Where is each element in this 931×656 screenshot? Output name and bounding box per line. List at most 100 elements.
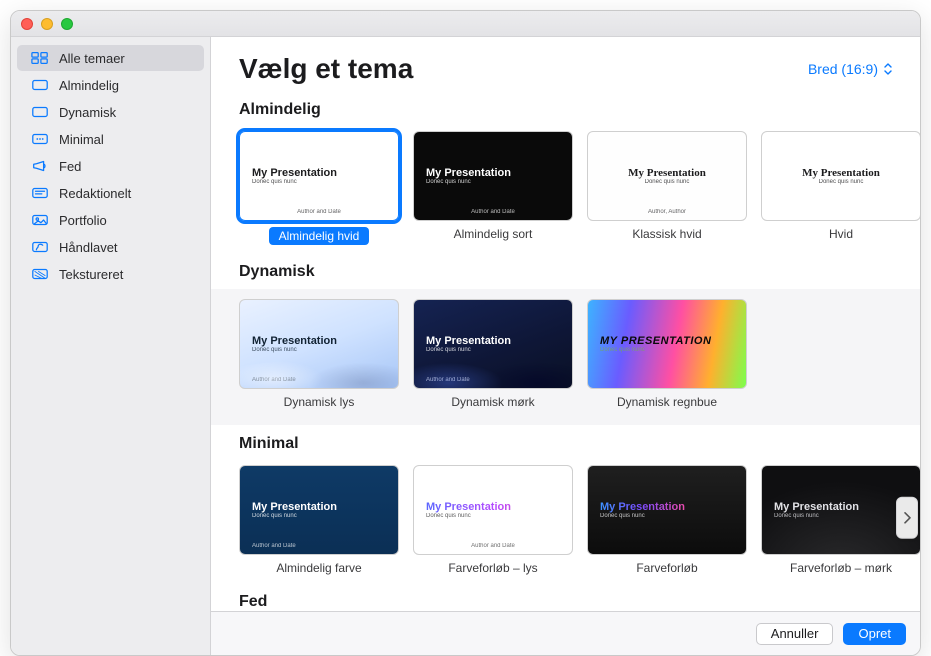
- theme-name-label: Klassisk hvid: [632, 227, 701, 241]
- theme-name-label: Dynamisk lys: [284, 395, 355, 409]
- theme-name-label: Almindelig sort: [454, 227, 533, 241]
- thumb-title: My Presentation: [240, 167, 398, 179]
- grid-icon: [31, 51, 49, 65]
- window-titlebar: [11, 11, 920, 37]
- thumb-footer: Author and Date: [240, 209, 398, 215]
- thumb-title: My Presentation: [762, 167, 920, 179]
- thumb-title: My Presentation: [414, 167, 572, 179]
- sidebar-item-alle-temaer[interactable]: Alle temaer: [17, 45, 204, 71]
- thumb-title: My Presentation: [414, 335, 572, 347]
- theme-klassisk-hvid[interactable]: My PresentationDonec quis nunc Author, Au…: [587, 131, 747, 245]
- thumb-subtitle: Donec quis nunc: [588, 347, 746, 353]
- theme-thumbnail[interactable]: My PresentationDonec quis nuncAuthor and…: [413, 131, 573, 221]
- theme-farveforløb-lys[interactable]: My PresentationDonec quis nuncAuthor and…: [413, 465, 573, 575]
- theme-dynamisk-mørk[interactable]: My PresentationDonec quis nunc Author and…: [413, 299, 573, 409]
- theme-dynamisk-regnbue[interactable]: MY PRESENTATIONDonec quis nunc Dynamisk r…: [587, 299, 747, 409]
- sidebar-item-portfolio[interactable]: Portfolio: [17, 207, 204, 233]
- theme-row: My PresentationDonec quis nuncAuthor and…: [211, 461, 920, 583]
- theme-row: My PresentationDonec quis nuncAuthor and…: [211, 289, 920, 425]
- sidebar-item-almindelig[interactable]: Almindelig: [17, 72, 204, 98]
- sidebar-item-label: Portfolio: [59, 213, 107, 228]
- thumb-subtitle: Donec quis nunc: [588, 513, 746, 519]
- theme-thumbnail[interactable]: My PresentationDonec quis nuncAuthor and…: [413, 465, 573, 555]
- megaphone-icon: [31, 159, 49, 173]
- window-zoom-button[interactable]: [61, 18, 73, 30]
- sidebar-item-label: Tekstureret: [59, 267, 123, 282]
- window-minimize-button[interactable]: [41, 18, 53, 30]
- sidebar-item-label: Alle temaer: [59, 51, 125, 66]
- theme-thumbnail[interactable]: MY PRESENTATIONDonec quis nunc: [587, 299, 747, 389]
- sidebar-item-label: Håndlavet: [59, 240, 118, 255]
- theme-thumbnail[interactable]: My PresentationDonec quis nunc: [761, 131, 920, 221]
- sidebar-item-tekstureret[interactable]: Tekstureret: [17, 261, 204, 287]
- sidebar-item-label: Redaktionelt: [59, 186, 131, 201]
- theme-name-label: Dynamisk regnbue: [617, 395, 717, 409]
- rect-icon: [31, 78, 49, 92]
- sidebar-item-håndlavet[interactable]: Håndlavet: [17, 234, 204, 260]
- theme-hvid[interactable]: My PresentationDonec quis nunc Hvid: [761, 131, 920, 245]
- image-icon: [31, 213, 49, 227]
- section-heading: Almindelig: [211, 91, 920, 127]
- aspect-ratio-label: Bred (16:9): [808, 61, 878, 77]
- create-button[interactable]: Opret: [843, 623, 906, 645]
- sidebar-item-minimal[interactable]: Minimal: [17, 126, 204, 152]
- thumb-footer: Author and Date: [414, 543, 572, 549]
- thumb-title: My Presentation: [588, 167, 746, 179]
- theme-name-label: Almindelig hvid: [269, 227, 370, 245]
- theme-farveforløb[interactable]: My PresentationDonec quis nunc Farveforlø…: [587, 465, 747, 575]
- thumb-title: MY PRESENTATION: [588, 335, 746, 347]
- chevron-up-down-icon: [884, 63, 892, 75]
- theme-row: My PresentationDonec quis nuncAuthor and…: [211, 127, 920, 253]
- thumb-title: My Presentation: [240, 335, 398, 347]
- theme-thumbnail[interactable]: My PresentationDonec quis nunc Author and…: [413, 299, 573, 389]
- theme-name-label: Hvid: [829, 227, 853, 241]
- theme-thumbnail[interactable]: My PresentationDonec quis nunc Author and…: [239, 131, 399, 221]
- theme-thumbnail[interactable]: My PresentationDonec quis nunc: [587, 465, 747, 555]
- thumb-title: My Presentation: [414, 501, 572, 513]
- dots-icon: [31, 132, 49, 146]
- sidebar-item-label: Minimal: [59, 132, 104, 147]
- thumb-subtitle: Donec quis nunc: [414, 347, 572, 353]
- theme-almindelig-hvid[interactable]: My PresentationDonec quis nunc Author and…: [239, 131, 399, 245]
- sidebar-item-fed[interactable]: Fed: [17, 153, 204, 179]
- page-title: Vælg et tema: [239, 53, 413, 85]
- theme-name-label: Farveforløb – mørk: [790, 561, 892, 575]
- text-icon: [31, 186, 49, 200]
- texture-icon: [31, 267, 49, 281]
- section-heading: Fed: [211, 583, 920, 611]
- theme-almindelig-farve[interactable]: My PresentationDonec quis nuncAuthor and…: [239, 465, 399, 575]
- thumb-footer: Author and Date: [414, 377, 572, 383]
- thumb-subtitle: Donec quis nunc: [588, 179, 746, 185]
- thumb-title: My Presentation: [240, 501, 398, 513]
- thumb-footer: Author and Date: [240, 543, 398, 549]
- window-close-button[interactable]: [21, 18, 33, 30]
- rect-icon: [31, 105, 49, 119]
- section-heading: Dynamisk: [211, 253, 920, 289]
- theme-thumbnail[interactable]: My PresentationDonec quis nunc Author, Au…: [587, 131, 747, 221]
- theme-name-label: Dynamisk mørk: [451, 395, 534, 409]
- theme-dynamisk-lys[interactable]: My PresentationDonec quis nunc Author and…: [239, 299, 399, 409]
- theme-name-label: Almindelig farve: [276, 561, 361, 575]
- brush-icon: [31, 240, 49, 254]
- dialog-footer: Annuller Opret: [211, 611, 920, 655]
- theme-thumbnail[interactable]: My PresentationDonec quis nunc Author and…: [239, 299, 399, 389]
- theme-name-label: Farveforløb – lys: [448, 561, 537, 575]
- theme-name-label: Farveforløb: [636, 561, 697, 575]
- sidebar-item-redaktionelt[interactable]: Redaktionelt: [17, 180, 204, 206]
- theme-thumbnail[interactable]: My PresentationDonec quis nuncAuthor and…: [239, 465, 399, 555]
- thumb-footer: Author, Author: [588, 209, 746, 215]
- sidebar-item-dynamisk[interactable]: Dynamisk: [17, 99, 204, 125]
- themes-scroll-area[interactable]: AlmindeligMy PresentationDonec quis nunc…: [211, 91, 920, 611]
- row-next-button[interactable]: [896, 497, 918, 539]
- section-heading: Minimal: [211, 425, 920, 461]
- thumb-subtitle: Donec quis nunc: [240, 179, 398, 185]
- aspect-ratio-button[interactable]: Bred (16:9): [808, 61, 892, 77]
- theme-almindelig-sort[interactable]: My PresentationDonec quis nuncAuthor and…: [413, 131, 573, 245]
- thumb-subtitle: Donec quis nunc: [240, 347, 398, 353]
- sidebar-item-label: Fed: [59, 159, 81, 174]
- theme-chooser-window: Alle temaerAlmindeligDynamiskMinimalFedR…: [10, 10, 921, 656]
- cancel-button[interactable]: Annuller: [756, 623, 834, 645]
- thumb-footer: Author and Date: [240, 377, 398, 383]
- category-sidebar: Alle temaer AlmindeligDynamisk Minimal Fed R…: [11, 37, 211, 655]
- thumb-subtitle: Donec quis nunc: [414, 179, 572, 185]
